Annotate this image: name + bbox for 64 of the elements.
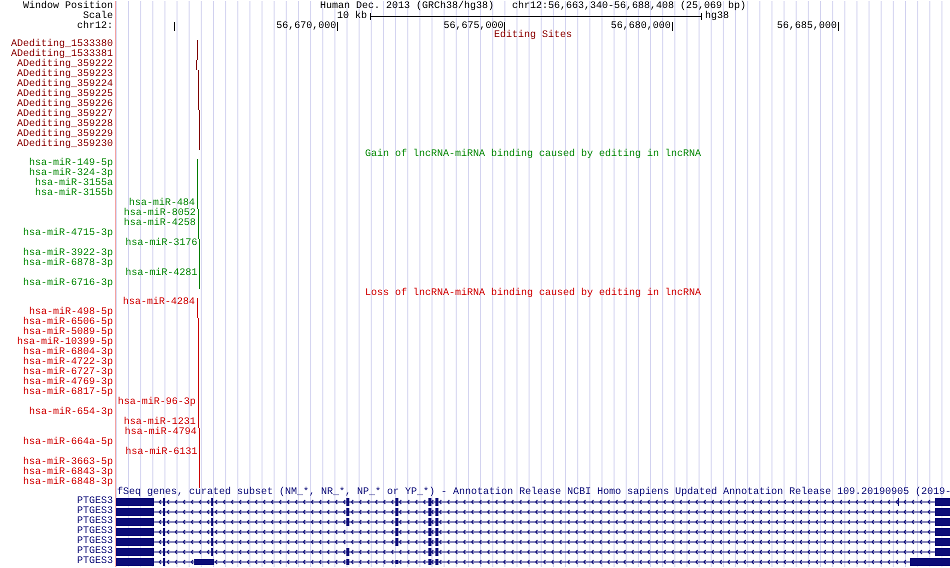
track-label: hsa-miR-6878-3p	[22, 259, 114, 269]
track-label: hsa-miR-6848-3p	[22, 478, 114, 488]
assembly-title: Human Dec. 2013 (GRCh38/hg38)	[320, 0, 494, 12]
track-label: hsa-miR-4722-3p	[22, 358, 114, 368]
tick-label: 56,670,000	[276, 21, 336, 32]
track-label: hsa-miR-664a-5p	[22, 438, 114, 448]
scale-value: 10 kb	[336, 10, 367, 22]
track-label: ADediting_1533380	[10, 40, 114, 50]
track-title: Editing Sites	[494, 31, 572, 40]
window-position-label: Window Position	[22, 1, 114, 11]
track-label: ADediting_359225	[16, 90, 114, 100]
feature-label: hsa-miR-8052	[124, 209, 196, 219]
gene-label: PTGES3	[76, 517, 114, 527]
track-label: hsa-miR-6716-3p	[22, 279, 114, 289]
feature-label: hsa-miR-4258	[124, 219, 196, 229]
track-label: ADediting_359223	[16, 70, 114, 80]
track-label: ADediting_359229	[16, 130, 114, 140]
track-label: hsa-miR-4769-3p	[22, 378, 114, 388]
gene-label: PTGES3	[76, 527, 114, 537]
database-label: hg38	[705, 10, 730, 22]
feature-label: hsa-miR-4281	[125, 269, 198, 279]
gene-label: PTGES3	[76, 537, 114, 547]
track-title: Gain of lncRNA-miRNA binding caused by editing in lncRNA	[364, 150, 702, 159]
track-label: hsa-miR-654-3p	[28, 408, 114, 418]
feature-label: hsa-miR-6131	[125, 448, 198, 458]
track-label: ADediting_359227	[16, 110, 114, 120]
track-label: ADediting_359222	[16, 60, 114, 70]
feature-label: hsa-miR-484	[128, 199, 195, 209]
track-label: hsa-miR-4715-3p	[22, 229, 114, 239]
gene-label: PTGES3	[76, 507, 114, 517]
feature-label: hsa-miR-96-3p	[118, 398, 196, 408]
track-label: hsa-miR-498-5p	[28, 308, 114, 318]
feature-label: hsa-miR-4794	[124, 428, 197, 438]
track-label: hsa-miR-324-3p	[28, 169, 114, 179]
track-label: ADediting_359224	[16, 80, 114, 90]
track-label: hsa-miR-6817-5p	[22, 388, 114, 398]
track-label: hsa-miR-149-5p	[28, 159, 114, 169]
track-label: hsa-miR-3663-5p	[22, 458, 114, 468]
gene-label: PTGES3	[76, 557, 114, 567]
track-label: hsa-miR-5089-5p	[22, 328, 114, 338]
track-label: hsa-miR-6506-5p	[22, 318, 114, 328]
feature-label: hsa-miR-1231	[124, 418, 196, 428]
track-label: hsa-miR-3922-3p	[22, 249, 114, 259]
track-title: fSeq genes, curated subset (NM_*, NR_*, NP_* or YP_*) - Annotation Release NCBI Homo sapiens Updated Annotation Release 109.20190905 (2019-	[116, 487, 950, 498]
chromosome-label: chr12:	[76, 21, 114, 31]
track-label: hsa-miR-6804-3p	[22, 348, 114, 358]
tick-label: 56,685,000	[776, 21, 837, 32]
track-label: hsa-miR-6843-3p	[22, 468, 114, 478]
position-text: chr12:56,663,340-56,688,408 (25,069 bp)	[512, 0, 746, 12]
tick-label: 56,680,000	[610, 21, 671, 32]
track-label: ADediting_359228	[16, 120, 114, 130]
feature-label: hsa-miR-3176	[125, 239, 198, 249]
track-label: ADediting_359226	[16, 100, 114, 110]
track-label: ADediting_359230	[16, 140, 114, 150]
track-label: ADediting_1533381	[10, 50, 114, 60]
gene-label: PTGES3	[76, 497, 114, 507]
scale-label: Scale	[82, 11, 114, 21]
track-title: Loss of lncRNA-miRNA binding caused by editing in lncRNA	[364, 289, 702, 298]
gene-label: PTGES3	[76, 547, 114, 557]
track-label: hsa-miR-6727-3p	[22, 368, 114, 378]
track-label: hsa-miR-3155a	[34, 179, 114, 189]
feature-label: hsa-miR-4284	[122, 298, 195, 308]
track-label: hsa-miR-10399-5p	[16, 338, 114, 348]
track-label: hsa-miR-3155b	[34, 189, 114, 199]
